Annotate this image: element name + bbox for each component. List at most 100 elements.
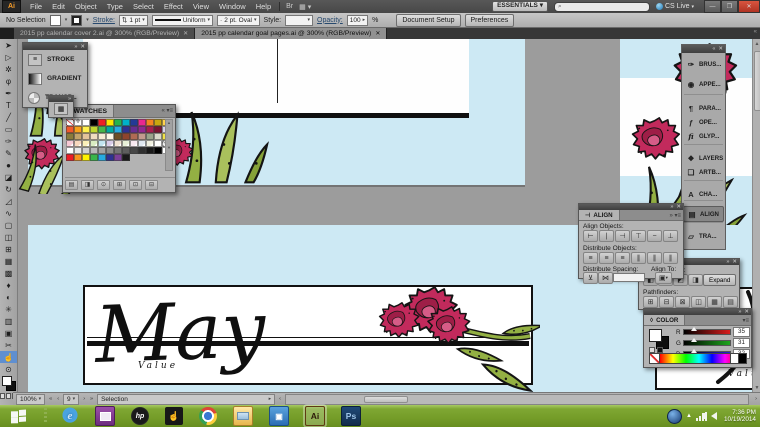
rectangle-tool-icon[interactable]: ▭ — [0, 123, 17, 135]
swatch[interactable] — [74, 147, 82, 154]
ie-icon[interactable]: e — [61, 407, 79, 425]
swatch[interactable] — [82, 140, 90, 147]
search-input[interactable]: ⌕ — [554, 2, 650, 12]
swatch[interactable] — [122, 147, 130, 154]
stroke-swatch[interactable] — [71, 15, 82, 26]
horizontal-scrollbar[interactable] — [285, 394, 749, 405]
pencil-tool-icon[interactable]: ✎ — [0, 147, 17, 159]
swatch[interactable] — [146, 119, 154, 126]
swatch[interactable] — [138, 126, 146, 133]
spectrum-black-swatch[interactable] — [738, 353, 747, 364]
swatch[interactable] — [66, 140, 74, 147]
swatch[interactable] — [146, 126, 154, 133]
delete-swatch-button[interactable]: ⊟ — [145, 180, 158, 190]
align-top-button[interactable]: ⊤ — [631, 230, 646, 242]
toolbar-fill-stroke-indicator[interactable] — [0, 375, 17, 391]
perspective-grid-tool-icon[interactable]: ⊞ — [0, 243, 17, 255]
gradient-button[interactable] — [6, 393, 11, 399]
swatch[interactable] — [130, 140, 138, 147]
swatch[interactable] — [122, 119, 130, 126]
document-tab-2[interactable]: 2015 pp calendar goal pages.ai @ 300% (R… — [195, 28, 387, 39]
touch-settings-icon[interactable]: ☝ — [165, 407, 183, 425]
hand-tool-icon[interactable]: ☝ — [0, 351, 17, 363]
gradient-tool-icon[interactable]: ▩ — [0, 267, 17, 279]
exclude-button[interactable]: ◨ — [688, 274, 703, 286]
merge-button[interactable]: ⊠ — [675, 296, 690, 308]
outline-button[interactable]: ▦ — [707, 296, 722, 308]
slice-tool-icon[interactable]: ✂ — [0, 339, 17, 351]
eraser-tool-icon[interactable]: ◪ — [0, 171, 17, 183]
system-window-icon[interactable]: ▣ — [269, 406, 289, 426]
stroke-profile-dropdown[interactable]: Uniform ▾ — [152, 15, 213, 26]
channel-value-field[interactable]: 31 — [733, 338, 750, 348]
dock-brushes[interactable]: ✑BRUS... — [683, 56, 727, 72]
zoom-tool-icon[interactable]: ⊙ — [0, 363, 17, 375]
swatch-kinds-button[interactable]: ◨ — [81, 180, 94, 190]
swatch[interactable] — [90, 133, 98, 140]
swatch-scrollbar[interactable]: ▲▼ — [165, 119, 173, 171]
align-h-center-button[interactable]: ∣ — [599, 230, 614, 242]
swatch[interactable] — [114, 147, 122, 154]
free-transform-tool-icon[interactable]: ▢ — [0, 219, 17, 231]
swatch[interactable] — [82, 154, 90, 161]
swatch[interactable] — [82, 126, 90, 133]
style-dropdown[interactable]: ▾ — [285, 15, 313, 26]
menu-edit[interactable]: Edit — [47, 0, 70, 13]
volume-icon[interactable] — [711, 412, 717, 420]
swatch[interactable] — [114, 133, 122, 140]
swatch[interactable] — [98, 147, 106, 154]
preferences-button[interactable]: Preferences — [465, 14, 515, 27]
fill-swatch[interactable] — [50, 15, 61, 26]
new-color-group-button[interactable]: ⊞ — [113, 180, 126, 190]
swatch[interactable] — [138, 147, 146, 154]
tab-align[interactable]: ⊣ALIGN — [579, 210, 620, 220]
hp-icon[interactable]: hp — [131, 407, 149, 425]
dock-grip[interactable]: «✕ — [682, 45, 725, 53]
swatch[interactable] — [66, 119, 74, 126]
remote-app-icon[interactable] — [95, 406, 115, 426]
document-setup-button[interactable]: Document Setup — [396, 14, 460, 27]
minus-back-button[interactable]: ▤ — [723, 296, 738, 308]
swatch[interactable] — [130, 133, 138, 140]
swatch[interactable] — [114, 154, 122, 161]
swatch[interactable] — [98, 140, 106, 147]
swatch[interactable] — [90, 119, 98, 126]
swatch[interactable] — [74, 133, 82, 140]
last-artboard-icon[interactable]: » — [89, 396, 94, 402]
horizontal-scroll-thumb[interactable] — [364, 396, 408, 403]
swatch[interactable] — [114, 140, 122, 147]
brush-definition-dropdown[interactable]: · 2 pt. Oval ▾ — [217, 15, 260, 26]
align-v-center-button[interactable]: − — [647, 230, 662, 242]
collapsed-panel-stroke[interactable]: ≡STROKE — [23, 50, 87, 69]
illustrator-icon[interactable]: Ai — [305, 406, 325, 426]
hscroll-left-icon[interactable]: ‹ — [278, 396, 282, 402]
eyedropper-tool-icon[interactable]: ♦ — [0, 279, 17, 291]
zoom-level-dropdown[interactable]: 100% ▾ — [16, 394, 45, 405]
swatch[interactable] — [82, 119, 90, 126]
swatch[interactable] — [154, 119, 162, 126]
swatch[interactable] — [114, 119, 122, 126]
symbol-sprayer-tool-icon[interactable]: ✳ — [0, 303, 17, 315]
chrome-icon[interactable] — [199, 407, 217, 425]
width-tool-icon[interactable]: ∿ — [0, 207, 17, 219]
hscroll-right-icon[interactable]: › — [754, 396, 758, 402]
align-to-button[interactable]: ▣▾ — [655, 272, 672, 284]
line-tool-icon[interactable]: ╱ — [0, 111, 17, 123]
distribute-right-button[interactable]: ∥ — [663, 252, 678, 264]
swatch[interactable] — [130, 147, 138, 154]
spacing-value-field[interactable] — [613, 273, 645, 282]
menu-select[interactable]: Select — [128, 0, 159, 13]
pen-tool-icon[interactable]: ✒ — [0, 87, 17, 99]
slider-thumb[interactable] — [691, 338, 697, 342]
distribute-bottom-button[interactable]: ≡ — [615, 252, 630, 264]
expand-button[interactable]: Expand — [703, 274, 736, 286]
photoshop-icon[interactable]: Ps — [341, 406, 361, 426]
swatch[interactable] — [66, 126, 74, 133]
distribute-top-button[interactable]: ≡ — [583, 252, 598, 264]
trim-button[interactable]: ⊟ — [659, 296, 674, 308]
swatches-panel-icon[interactable]: ▦ — [54, 103, 68, 115]
tray-app-icon[interactable] — [667, 409, 682, 424]
distribute-v-space-button[interactable]: ⊻ — [583, 272, 598, 284]
swatch[interactable] — [106, 133, 114, 140]
prev-artboard-icon[interactable]: ‹ — [56, 396, 60, 402]
